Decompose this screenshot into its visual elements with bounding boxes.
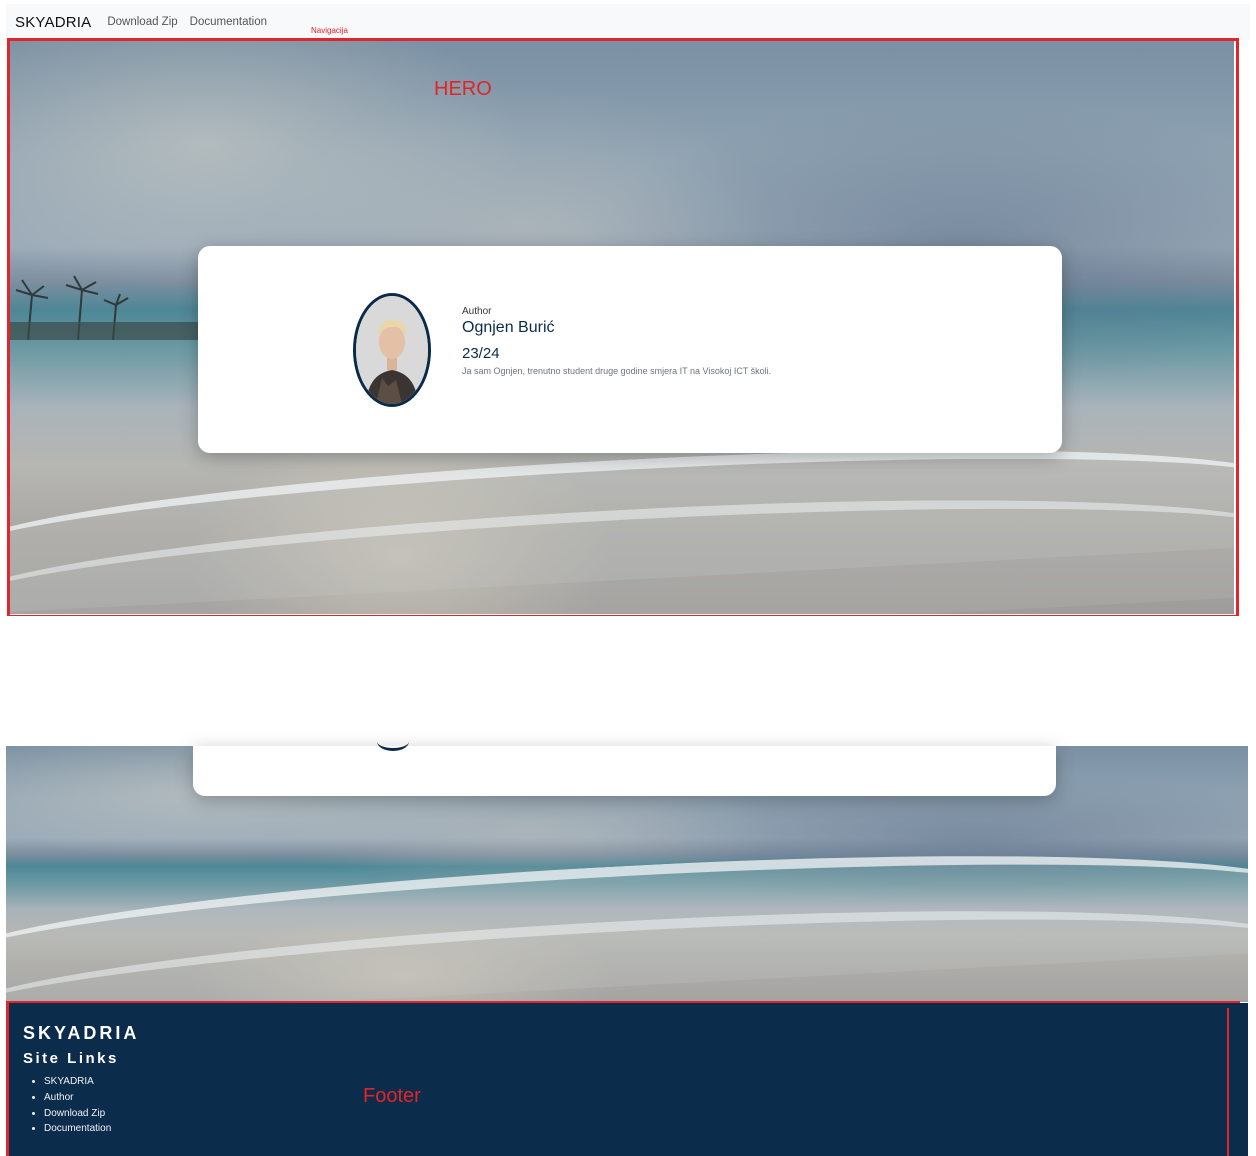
author-label: Author: [462, 306, 492, 317]
navbar: SKYADRIA Download Zip Documentation: [6, 4, 1250, 40]
annotation-nav: Navigacija: [311, 26, 348, 35]
annotation-footer: Footer: [363, 1085, 421, 1107]
palm-trees-image: [8, 275, 218, 340]
footer: SKYADRIA Site Links SKYADRIA Author Down…: [8, 1003, 1248, 1156]
footer-link-download-zip[interactable]: Download Zip: [44, 1106, 111, 1122]
nav-brand[interactable]: SKYADRIA: [15, 14, 91, 31]
footer-link-author[interactable]: Author: [44, 1090, 111, 1106]
footer-annotation-frame-top: [6, 1001, 1240, 1003]
author-year: 23/24: [462, 345, 500, 362]
footer-links: SKYADRIA Author Download Zip Documentati…: [31, 1074, 111, 1137]
author-info: Author Ognjen Burić 23/24 Ja sam Ognjen,…: [462, 306, 771, 376]
author-avatar: [353, 293, 431, 407]
author-card: Author Ognjen Burić 23/24 Ja sam Ognjen,…: [198, 246, 1062, 453]
footer-link-documentation[interactable]: Documentation: [44, 1121, 111, 1137]
footer-link-skyadria[interactable]: SKYADRIA: [44, 1074, 111, 1090]
author-name: Ognjen Burić: [462, 319, 555, 336]
author-bio: Ja sam Ognjen, trenutno student druge go…: [462, 366, 772, 376]
footer-brand: SKYADRIA: [23, 1023, 140, 1043]
footer-heading: Site Links: [23, 1050, 119, 1067]
annotation-hero: HERO: [434, 78, 492, 100]
author-photo-icon: [356, 296, 428, 404]
footer-annotation-frame-left: [6, 1001, 9, 1156]
nav-link-download-zip[interactable]: Download Zip: [107, 16, 177, 28]
nav-link-documentation[interactable]: Documentation: [190, 16, 267, 28]
section-gap: [0, 616, 1256, 746]
avatar-border-fragment: [377, 732, 409, 751]
footer-annotation-frame-right: [1227, 1008, 1229, 1156]
author-card-bottom: [193, 746, 1056, 796]
